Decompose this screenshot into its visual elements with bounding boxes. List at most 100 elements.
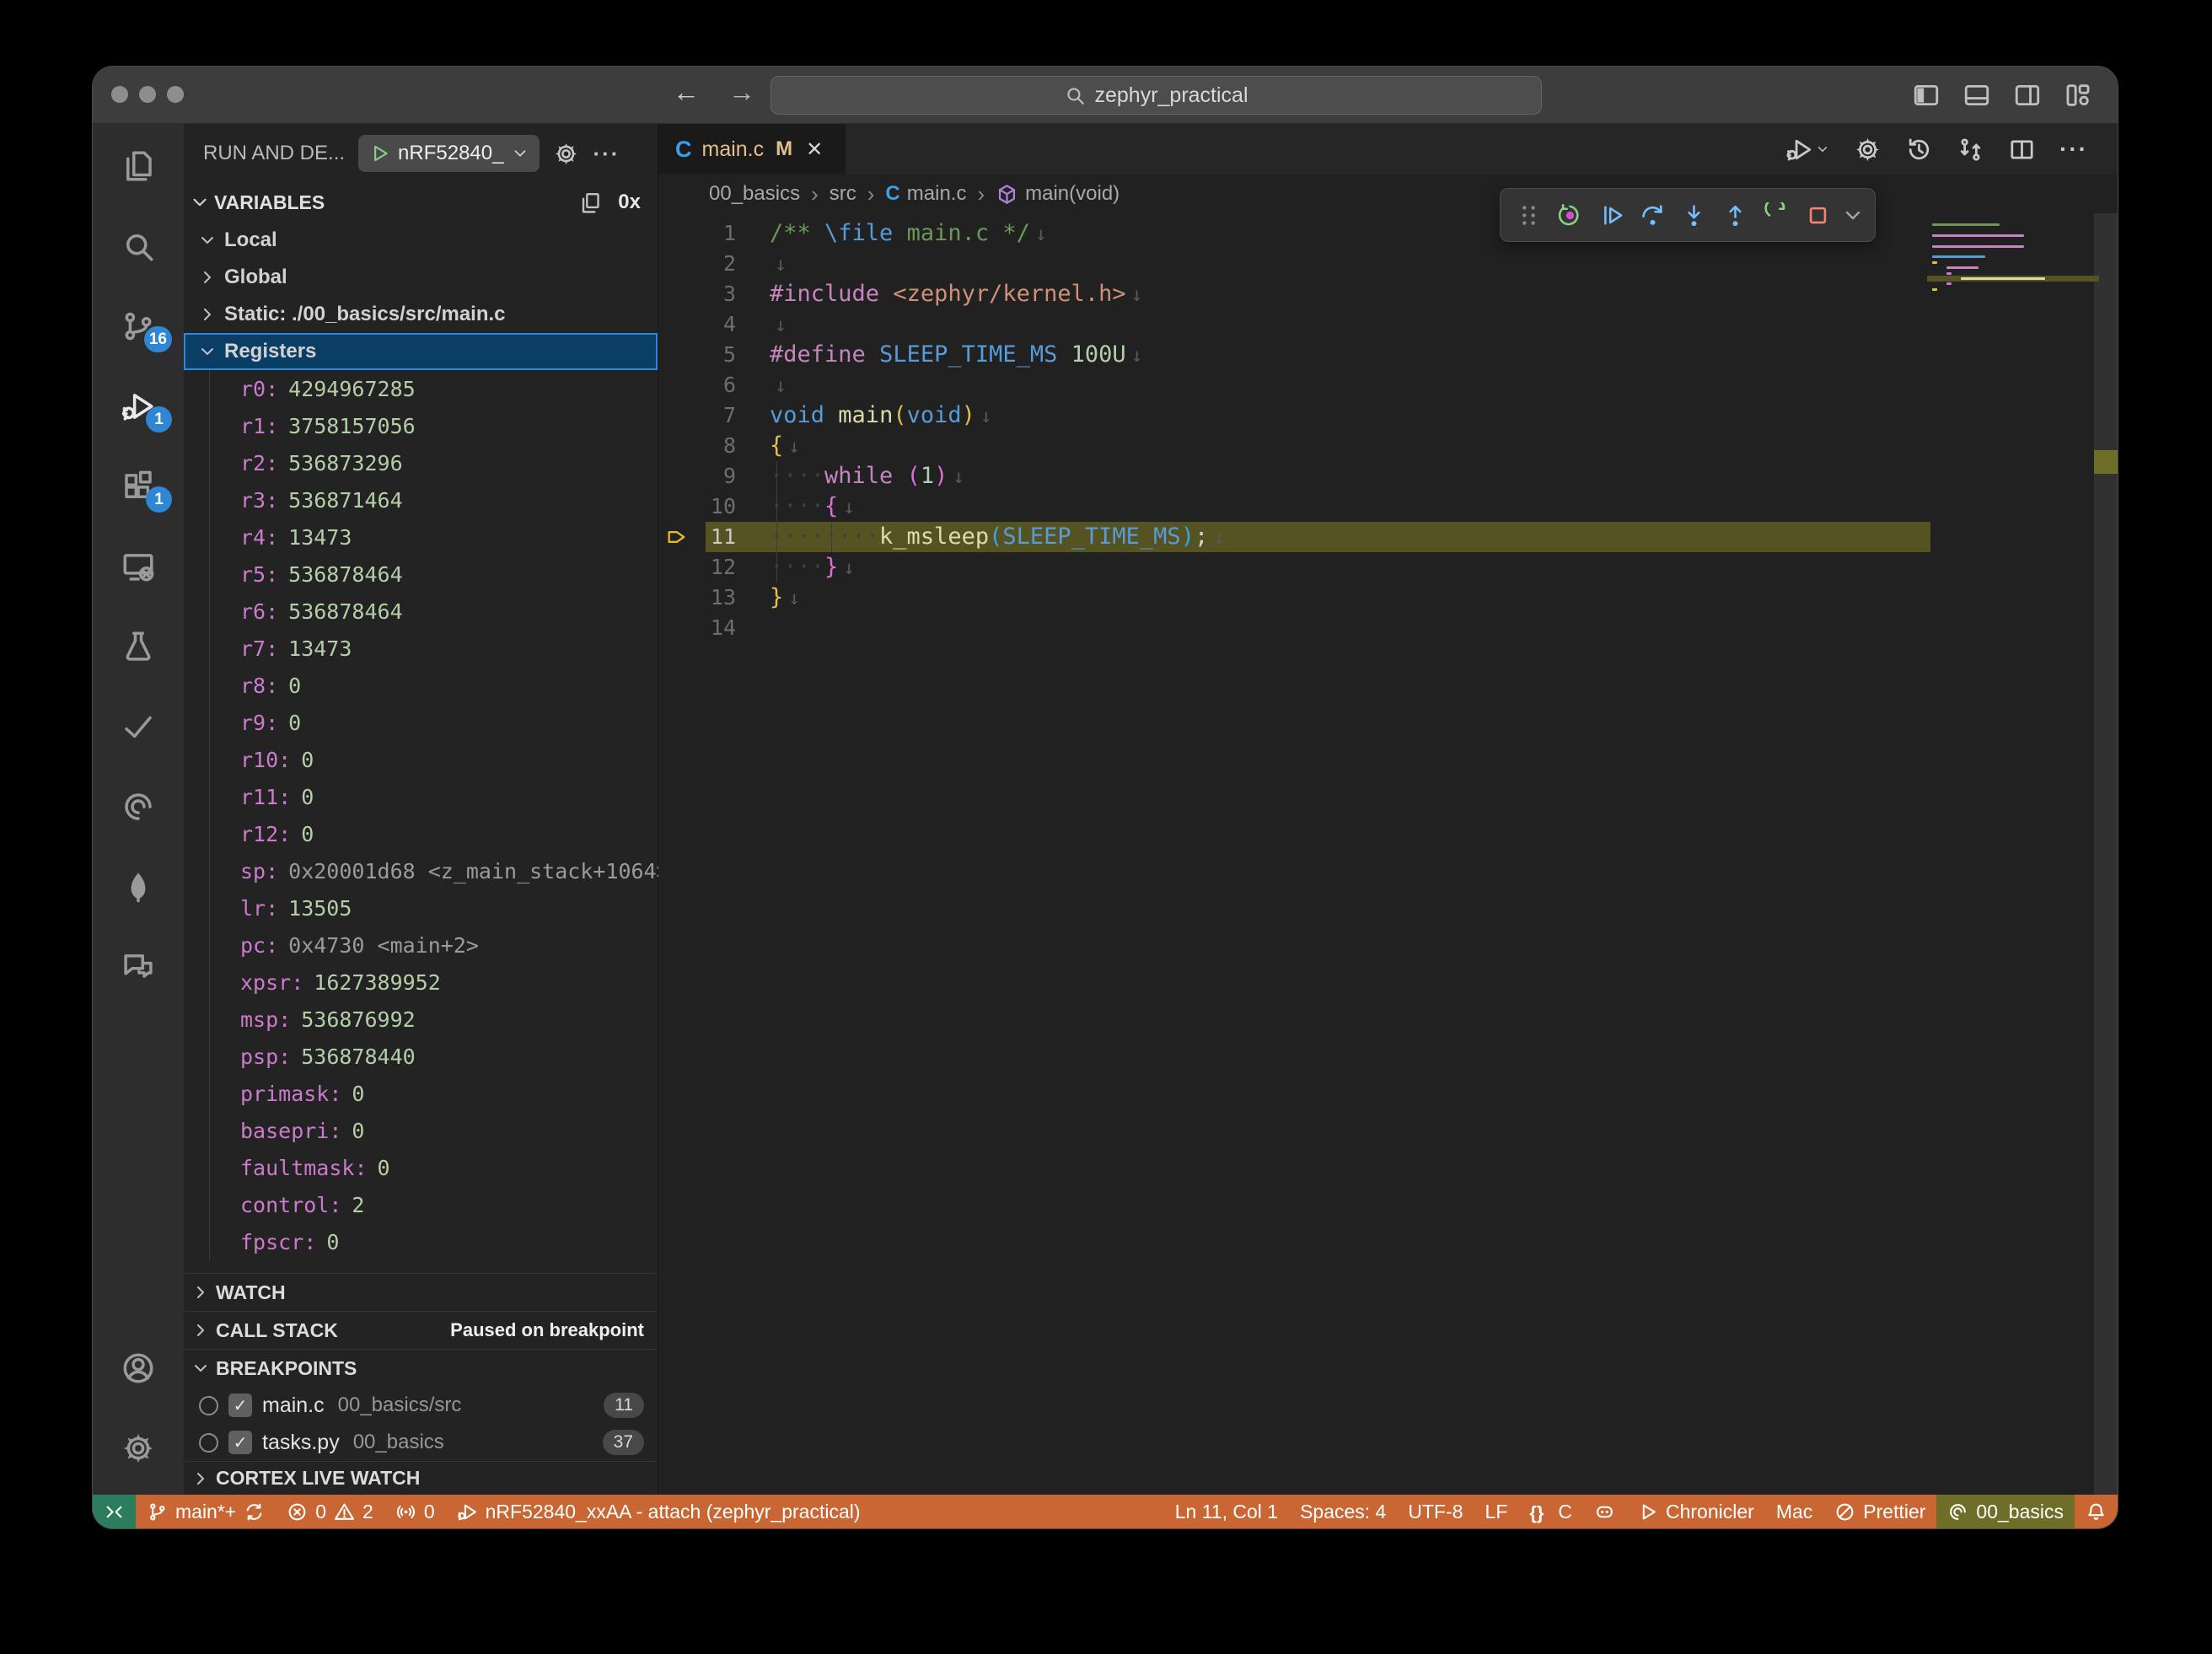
debug-run-menu[interactable] bbox=[1785, 136, 1830, 164]
gutter-margin[interactable] bbox=[658, 461, 706, 491]
register-r4[interactable]: r4:13473 bbox=[184, 518, 658, 556]
status-cursor-position[interactable]: Ln 11, Col 1 bbox=[1164, 1495, 1289, 1528]
breadcrumb-item[interactable]: Cmain.c bbox=[885, 182, 966, 206]
register-r10[interactable]: r10:0 bbox=[184, 741, 658, 778]
breadcrumb-item[interactable]: main(void) bbox=[996, 182, 1119, 206]
code-line-12[interactable]: 12····}↓ bbox=[658, 552, 2118, 583]
code-line-6[interactable]: 6↓ bbox=[658, 370, 2118, 400]
gutter-margin[interactable] bbox=[658, 583, 706, 613]
gutter-margin[interactable] bbox=[658, 340, 706, 370]
more-actions[interactable]: ··· bbox=[2059, 136, 2087, 164]
breakpoint-tasks.py[interactable]: ✓tasks.py00_basics37 bbox=[184, 1424, 658, 1461]
status-encoding[interactable]: UTF-8 bbox=[1397, 1495, 1474, 1528]
status-workspace[interactable]: 00_basics bbox=[1936, 1495, 2075, 1528]
status-copilot[interactable] bbox=[1583, 1495, 1626, 1528]
status-eol-sequence[interactable]: LF bbox=[1474, 1495, 1519, 1528]
register-r8[interactable]: r8:0 bbox=[184, 667, 658, 704]
register-psp[interactable]: psp:536878440 bbox=[184, 1038, 658, 1075]
gutter-margin[interactable] bbox=[658, 491, 706, 522]
activity-item-run-and-debug[interactable]: 1 bbox=[93, 366, 184, 446]
status-notifications[interactable] bbox=[2075, 1495, 2118, 1528]
activity-item-explorer[interactable] bbox=[93, 126, 184, 206]
register-control[interactable]: control:2 bbox=[184, 1186, 658, 1223]
debug-step-over-button[interactable] bbox=[1635, 196, 1670, 234]
gutter-margin[interactable] bbox=[658, 613, 706, 643]
register-r6[interactable]: r6:536878464 bbox=[184, 593, 658, 630]
gutter-margin[interactable] bbox=[658, 218, 706, 249]
debug-more-button[interactable] bbox=[1841, 196, 1865, 234]
split-editor[interactable] bbox=[2008, 136, 2036, 164]
status-problems[interactable]: 02 bbox=[276, 1495, 384, 1528]
launch-config-dropdown[interactable]: nRF52840_ bbox=[358, 135, 540, 172]
register-r0[interactable]: r0:4294967285 bbox=[184, 370, 658, 407]
status-remote[interactable] bbox=[93, 1495, 136, 1528]
register-primask[interactable]: primask:0 bbox=[184, 1075, 658, 1112]
hex-format-toggle[interactable]: 0x bbox=[618, 191, 641, 214]
tab-main-c[interactable]: C main.c M ✕ bbox=[658, 124, 846, 175]
debug-reset-button[interactable] bbox=[1552, 196, 1587, 234]
cortex-live-watch-section-header[interactable]: CORTEX LIVE WATCH bbox=[184, 1461, 658, 1495]
editor-settings[interactable] bbox=[1854, 136, 1882, 164]
activity-item-mongodb[interactable] bbox=[93, 846, 184, 926]
debug-continue-button[interactable] bbox=[1593, 196, 1629, 234]
gutter-margin[interactable] bbox=[658, 431, 706, 461]
debug-restart-button[interactable] bbox=[1758, 196, 1794, 234]
code-line-4[interactable]: 4↓ bbox=[658, 309, 2118, 340]
debug-stop-button[interactable] bbox=[1800, 196, 1835, 234]
code-line-9[interactable]: 9····while (1)↓ bbox=[658, 461, 2118, 491]
register-sp[interactable]: sp:0x20001d68 <z_main_stack+1064> bbox=[184, 852, 658, 889]
breakpoint-checkbox[interactable]: ✓ bbox=[228, 1431, 252, 1454]
register-fpscr[interactable]: fpscr:0 bbox=[184, 1223, 658, 1260]
status-debug-session[interactable]: nRF52840_xxAA - attach (zephyr_practical… bbox=[446, 1495, 872, 1528]
register-r2[interactable]: r2:536873296 bbox=[184, 444, 658, 481]
activity-item-accounts[interactable] bbox=[93, 1328, 184, 1408]
code-line-1[interactable]: 1/** \file main.c */↓ bbox=[658, 218, 2118, 249]
status-prettier[interactable]: Prettier bbox=[1823, 1495, 1936, 1528]
watch-section-header[interactable]: WATCH bbox=[184, 1273, 658, 1311]
gutter-margin[interactable] bbox=[658, 279, 706, 309]
register-r9[interactable]: r9:0 bbox=[184, 704, 658, 741]
activity-item-extensions[interactable]: 1 bbox=[93, 446, 184, 526]
back-button[interactable]: ← bbox=[673, 77, 700, 108]
command-center-search[interactable]: zephyr_practical bbox=[770, 76, 1542, 115]
register-r3[interactable]: r3:536871464 bbox=[184, 481, 658, 518]
register-xpsr[interactable]: xpsr:1627389952 bbox=[184, 964, 658, 1001]
breakpoint-checkbox[interactable]: ✓ bbox=[228, 1394, 252, 1417]
sidebar-more-actions[interactable]: ··· bbox=[593, 141, 620, 167]
scope-registers[interactable]: Registers bbox=[184, 333, 658, 370]
gutter-margin[interactable] bbox=[658, 309, 706, 340]
gutter-margin[interactable] bbox=[658, 400, 706, 431]
layout-secondary-icon[interactable] bbox=[2013, 81, 2042, 110]
breadcrumb-item[interactable]: 00_basics bbox=[709, 182, 800, 206]
scope-static[interactable]: Static: ./00_basics/src/main.c bbox=[184, 296, 658, 333]
activity-item-search[interactable] bbox=[93, 206, 184, 286]
debug-drag-handle-button[interactable] bbox=[1511, 196, 1546, 234]
register-r5[interactable]: r5:536878464 bbox=[184, 556, 658, 593]
debug-step-out-button[interactable] bbox=[1717, 196, 1753, 234]
code-line-8[interactable]: 8{↓ bbox=[658, 431, 2118, 461]
status-branch[interactable]: main*+ bbox=[136, 1495, 276, 1528]
code-line-11[interactable]: 11········k_msleep(SLEEP_TIME_MS);↓ bbox=[658, 522, 2118, 552]
gutter-margin[interactable] bbox=[658, 370, 706, 400]
status-language-mode[interactable]: {}C bbox=[1518, 1495, 1583, 1528]
code-line-13[interactable]: 13}↓ bbox=[658, 583, 2118, 613]
register-pc[interactable]: pc:0x4730 <main+2> bbox=[184, 926, 658, 964]
register-r1[interactable]: r1:3758157056 bbox=[184, 407, 658, 444]
scope-local[interactable]: Local bbox=[184, 222, 658, 259]
timeline-history[interactable] bbox=[1905, 136, 1933, 164]
call-stack-section-header[interactable]: CALL STACK Paused on breakpoint bbox=[184, 1311, 658, 1349]
debug-step-into-button[interactable] bbox=[1676, 196, 1711, 234]
code-line-2[interactable]: 2↓ bbox=[658, 249, 2118, 279]
minimize-window-button[interactable] bbox=[139, 86, 156, 103]
register-r12[interactable]: r12:0 bbox=[184, 815, 658, 852]
register-basepri[interactable]: basepri:0 bbox=[184, 1112, 658, 1149]
activity-item-remote-explorer[interactable] bbox=[93, 526, 184, 606]
variables-section-header[interactable]: VARIABLES 0x bbox=[184, 183, 658, 222]
close-window-button[interactable] bbox=[111, 86, 128, 103]
gutter-margin[interactable] bbox=[658, 249, 706, 279]
layout-panel-icon[interactable] bbox=[1962, 81, 1991, 110]
breakpoint-main.c[interactable]: ✓main.c00_basics/src11 bbox=[184, 1387, 658, 1424]
activity-item-zephyr-tools[interactable] bbox=[93, 766, 184, 846]
register-faultmask[interactable]: faultmask:0 bbox=[184, 1149, 658, 1186]
close-tab-icon[interactable]: ✕ bbox=[806, 137, 823, 162]
